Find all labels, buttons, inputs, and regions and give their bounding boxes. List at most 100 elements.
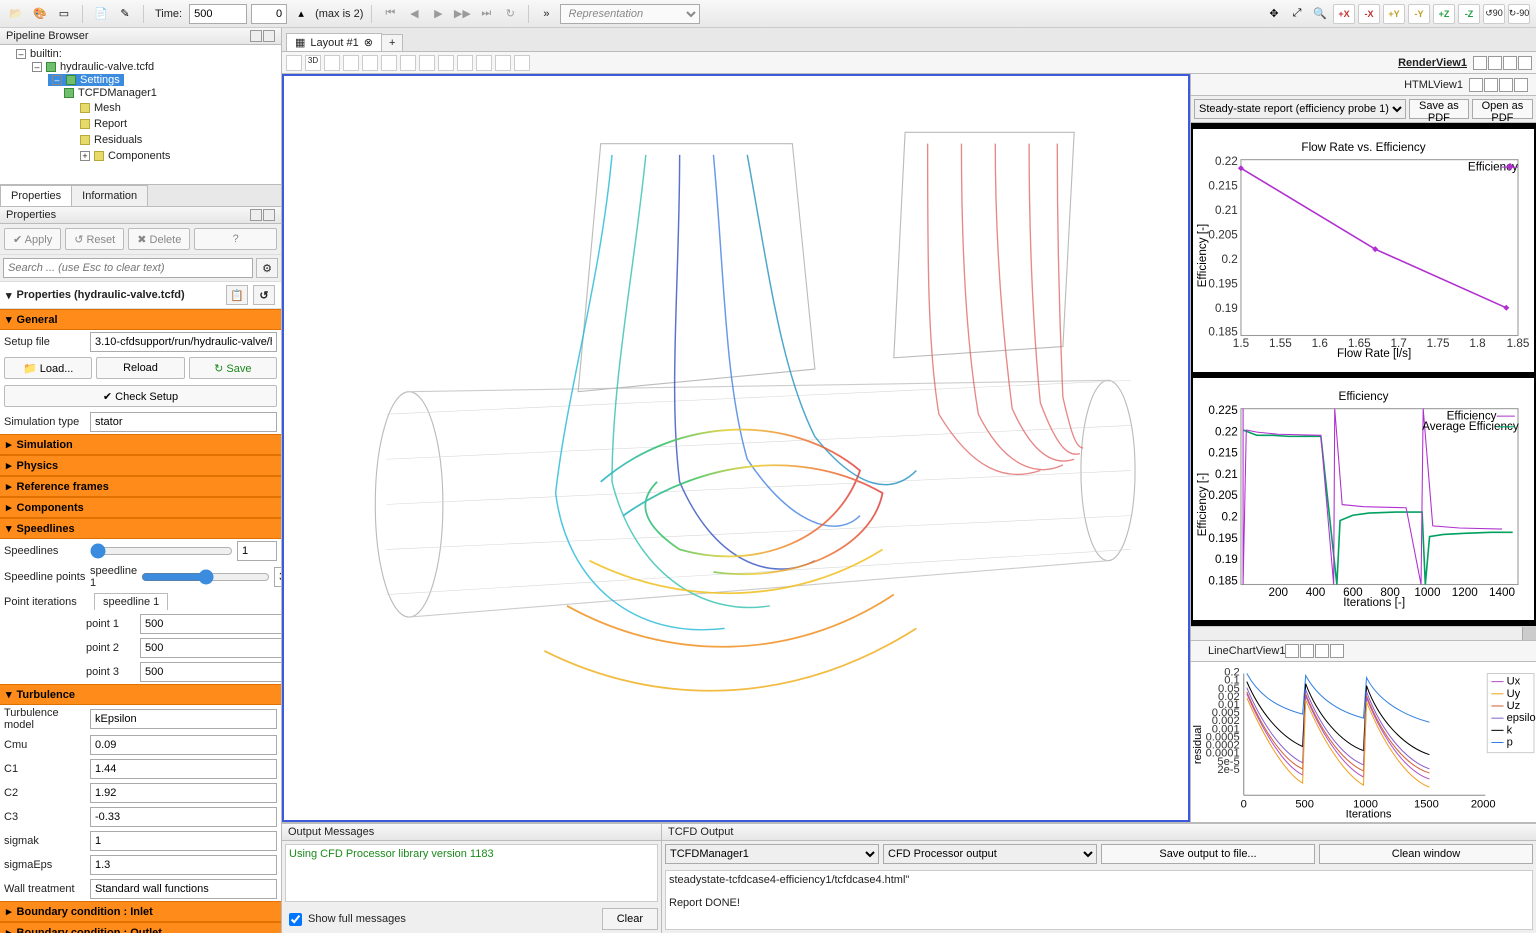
open-icon[interactable]: 📂 [6, 4, 26, 24]
speedline-points-value[interactable] [274, 567, 281, 587]
tcfd-output-select[interactable]: CFD Processor output [883, 844, 1097, 864]
axis-minus-x[interactable]: -X [1358, 4, 1380, 24]
rotate-cw[interactable]: ↻-90 [1508, 4, 1530, 24]
palette-icon[interactable]: 🎨 [30, 4, 50, 24]
reload-button[interactable]: Reload [96, 357, 184, 379]
axis-minus-z[interactable]: -Z [1458, 4, 1480, 24]
section-bc-outlet[interactable]: ▸Boundary condition : Outlet [0, 922, 281, 933]
section-ref-frames[interactable]: ▸Reference frames [0, 476, 281, 497]
edit-icon[interactable]: ✎ [115, 4, 135, 24]
view-3d-icon[interactable]: 3D [305, 55, 321, 71]
add-layout-tab[interactable]: + [381, 34, 403, 51]
open-pdf-button[interactable]: Open as PDF [1472, 99, 1533, 119]
split-h-icon[interactable] [1285, 644, 1299, 658]
tree-residuals[interactable]: Residuals [94, 134, 142, 146]
tcfd-output-body[interactable]: steadystate-tcfdcase4-efficiency1/tcfdca… [665, 870, 1533, 930]
axis-plus-x[interactable]: +X [1333, 4, 1355, 24]
view-toggle-icon[interactable] [495, 55, 511, 71]
section-turbulence[interactable]: ▾Turbulence [0, 684, 281, 705]
tree-report[interactable]: Report [94, 118, 127, 130]
view-clip-icon[interactable] [457, 55, 473, 71]
speedlines-value[interactable] [237, 541, 277, 561]
apply-button[interactable]: ✔ Apply [4, 228, 61, 250]
save-output-button[interactable]: Save output to file... [1101, 844, 1315, 864]
c2-input[interactable] [90, 783, 277, 803]
restore-icon[interactable]: ↺ [253, 285, 275, 305]
properties-search[interactable] [3, 258, 253, 278]
load-button[interactable]: 📁 Load... [4, 357, 92, 379]
reset-button[interactable]: ↺ Reset [65, 228, 124, 250]
tree-settings[interactable]: Settings [80, 74, 120, 86]
properties-header[interactable]: ▾Properties (hydraulic-valve.tcfd) 📋 ↺ [0, 282, 281, 309]
c3-input[interactable] [90, 807, 277, 827]
turb-model-input[interactable] [90, 709, 277, 729]
more-icon[interactable]: » [537, 8, 555, 20]
view-icon[interactable] [286, 55, 302, 71]
axis-plus-y[interactable]: +Y [1383, 4, 1405, 24]
zoom-sel-icon[interactable]: 🔍 [1310, 4, 1330, 24]
tree-root[interactable]: builtin: [30, 48, 62, 60]
tab-information[interactable]: Information [71, 185, 148, 206]
reset-camera-icon[interactable]: ✥ [1264, 4, 1284, 24]
point2-input[interactable] [140, 638, 281, 658]
show-full-checkbox[interactable] [289, 913, 302, 926]
axis-plus-z[interactable]: +Z [1433, 4, 1455, 24]
tree-components[interactable]: Components [108, 150, 170, 162]
sigmak-input[interactable] [90, 831, 277, 851]
frame-spinner[interactable] [251, 4, 287, 24]
point3-input[interactable] [140, 662, 281, 682]
help-button[interactable]: ? [194, 228, 277, 250]
vcr-prev-icon[interactable]: ◀ [404, 4, 424, 24]
doc-icon[interactable]: 📄 [91, 4, 111, 24]
pipeline-tree[interactable]: –builtin: –hydraulic-valve.tcfd –Setting… [0, 45, 281, 185]
setup-file-input[interactable] [90, 332, 277, 352]
tree-manager[interactable]: TCFDManager1 [78, 87, 157, 99]
report-select[interactable]: Steady-state report (efficiency probe 1) [1194, 99, 1406, 119]
wall-input[interactable] [90, 879, 277, 899]
cmu-input[interactable] [90, 735, 277, 755]
close-view-icon[interactable] [1518, 56, 1532, 70]
rotate-ccw[interactable]: ↺90 [1483, 4, 1505, 24]
frame-up-icon[interactable]: ▴ [291, 4, 311, 24]
view-slice-icon[interactable] [476, 55, 492, 71]
section-simulation[interactable]: ▸Simulation [0, 434, 281, 455]
tcfd-manager-select[interactable]: TCFDManager1 [665, 844, 879, 864]
maximize-icon[interactable] [1499, 78, 1513, 92]
vcr-first-icon[interactable]: ⏮ [380, 4, 400, 24]
copy-icon[interactable]: 📋 [226, 285, 248, 305]
view-sel-icon[interactable] [400, 55, 416, 71]
split-v-icon[interactable] [1484, 78, 1498, 92]
maximize-icon[interactable] [1315, 644, 1329, 658]
close-view-icon[interactable] [1330, 644, 1344, 658]
close-icon[interactable] [263, 30, 275, 42]
output-messages-body[interactable]: Using CFD Processor library version 1183 [285, 844, 658, 902]
vcr-loop-icon[interactable]: ↻ [500, 4, 520, 24]
view-pick-icon[interactable] [419, 55, 435, 71]
split-h-icon[interactable] [1469, 78, 1483, 92]
speedlines-slider[interactable] [90, 544, 233, 558]
zoom-fit-icon[interactable]: ⤢ [1287, 4, 1307, 24]
render-view[interactable] [282, 74, 1190, 822]
sigmaeps-input[interactable] [90, 855, 277, 875]
maximize-icon[interactable] [1503, 56, 1517, 70]
tab-properties[interactable]: Properties [0, 185, 72, 206]
close-view-icon[interactable] [1514, 78, 1528, 92]
section-components[interactable]: ▸Components [0, 497, 281, 518]
tree-mesh[interactable]: Mesh [94, 102, 121, 114]
check-setup-button[interactable]: ✔ Check Setup [4, 385, 277, 407]
extrude-icon[interactable]: ▭ [54, 4, 74, 24]
undock-icon[interactable] [250, 209, 262, 221]
section-bc-inlet[interactable]: ▸Boundary condition : Inlet [0, 901, 281, 922]
axis-minus-y[interactable]: -Y [1408, 4, 1430, 24]
point1-input[interactable] [140, 614, 281, 634]
split-h-icon[interactable] [1473, 56, 1487, 70]
time-input[interactable] [189, 4, 247, 24]
clear-messages-button[interactable]: Clear [602, 908, 658, 930]
vcr-play-icon[interactable]: ▶ [428, 4, 448, 24]
view-grid-icon[interactable] [324, 55, 340, 71]
view-ruler-icon[interactable] [343, 55, 359, 71]
speedline-tab[interactable]: speedline 1 [94, 593, 168, 610]
vcr-next-icon[interactable]: ▶▶ [452, 4, 472, 24]
undock-icon[interactable] [250, 30, 262, 42]
c1-input[interactable] [90, 759, 277, 779]
